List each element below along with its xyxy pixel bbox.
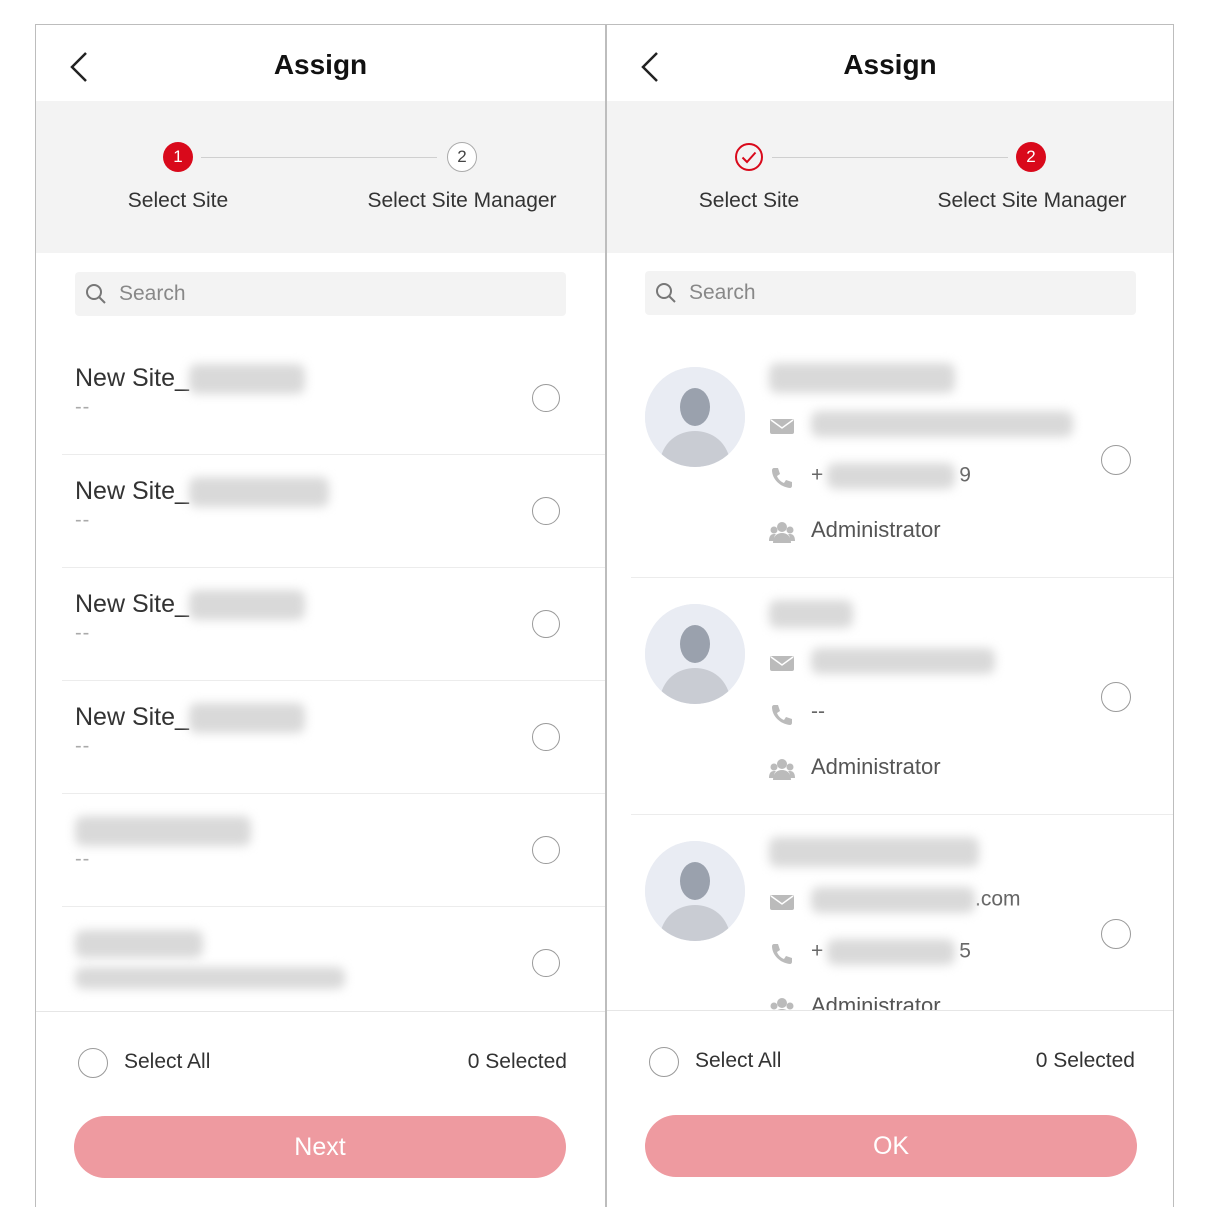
phone-icon [772,468,792,488]
site-description: -- [75,509,91,531]
redacted-text [188,477,329,508]
site-list-item[interactable]: New Site_ -- [62,568,605,681]
site-description: -- [75,622,91,644]
role-icon [769,759,795,780]
mail-icon [770,895,794,910]
step-connector [772,157,1008,158]
site-radio[interactable] [532,384,560,412]
mail-icon [770,419,794,434]
site-list-item[interactable]: New Site_ -- [62,681,605,794]
site-name: New Site_ [75,477,329,508]
redacted-text [75,967,345,989]
assign-site-screen: Assign 1 2 Select Site Select Site Manag… [35,24,606,1207]
select-all-radio[interactable] [78,1048,108,1078]
redacted-text [769,600,853,628]
next-button[interactable]: Next [74,1116,566,1178]
role-icon [769,522,795,543]
page-title: Assign [273,49,368,80]
select-all-label[interactable]: Select All [695,1049,781,1073]
redacted-text [811,648,995,674]
step-2-label: Select Site Manager [937,189,1127,212]
redacted-text [75,930,203,959]
manager-radio[interactable] [1101,682,1131,712]
redacted-text [769,363,955,393]
site-description: -- [75,396,91,418]
redacted-text [188,703,305,734]
redacted-text [188,590,305,621]
site-list-item[interactable] [62,907,605,1019]
site-description [75,967,345,989]
manager-list-item[interactable]: +9 Administrator [631,341,1173,578]
page-title: Assign [843,49,937,80]
site-radio[interactable] [532,610,560,638]
site-description: -- [75,848,91,870]
search-input[interactable]: Search [75,272,566,316]
redacted-text [827,939,956,965]
stepper: 1 2 Select Site Select Site Manager [36,101,605,253]
redacted-text [769,837,979,867]
site-name: New Site_ [75,590,305,621]
step-2-label: Select Site Manager [367,189,557,212]
select-all-label[interactable]: Select All [124,1050,210,1074]
selected-count: 0 Selected [467,1050,567,1073]
site-radio[interactable] [532,723,560,751]
phone-icon [772,944,792,964]
site-radio[interactable] [532,497,560,525]
site-list-item[interactable]: -- [62,794,605,907]
manager-name [769,363,955,393]
manager-name [769,600,853,628]
site-radio[interactable] [532,949,560,977]
selected-count: 0 Selected [1035,1049,1135,1072]
site-list-item[interactable]: New Site_ -- [62,342,605,455]
search-placeholder: Search [119,282,186,305]
redacted-text [811,411,1073,437]
select-all-radio[interactable] [649,1047,679,1077]
step-1-label: Select Site [698,189,800,212]
header: Assign [36,25,605,101]
site-name: New Site_ [75,364,305,395]
site-list-item[interactable]: New Site_ -- [62,455,605,568]
step-1-label: Select Site [127,189,229,212]
search-placeholder: Search [689,281,756,304]
manager-radio[interactable] [1101,919,1131,949]
search-icon [86,284,106,304]
avatar-icon [645,604,745,704]
mail-icon [770,656,794,671]
avatar-icon [645,841,745,941]
step-connector [201,157,437,158]
phone-icon [772,705,792,725]
stepper: 2 Select Site Select Site Manager [607,101,1173,253]
manager-radio[interactable] [1101,445,1131,475]
redacted-text [75,816,251,847]
site-description: -- [75,735,91,757]
assign-manager-screen: Assign 2 Select Site Select Site Manager… [606,24,1174,1207]
search-icon [656,283,676,303]
avatar-icon [645,367,745,467]
redacted-text [811,887,975,913]
site-radio[interactable] [532,836,560,864]
step-1-indicator: 1 [163,142,193,172]
manager-name [769,837,979,867]
footer-bar: Select All 0 Selected OK [607,1010,1173,1207]
step-2-indicator: 2 [1016,142,1046,172]
site-name [75,929,203,959]
manager-list-item[interactable]: -- Administrator [631,578,1173,815]
footer-bar: Select All 0 Selected Next [36,1011,605,1207]
site-name: New Site_ [75,703,305,734]
redacted-text [827,463,956,489]
step-2-indicator: 2 [447,142,477,172]
header: Assign [607,25,1173,101]
search-input[interactable]: Search [645,271,1136,315]
site-name [75,816,251,847]
ok-button[interactable]: OK [645,1115,1137,1177]
check-circle-icon [735,143,763,171]
redacted-text [188,364,305,395]
